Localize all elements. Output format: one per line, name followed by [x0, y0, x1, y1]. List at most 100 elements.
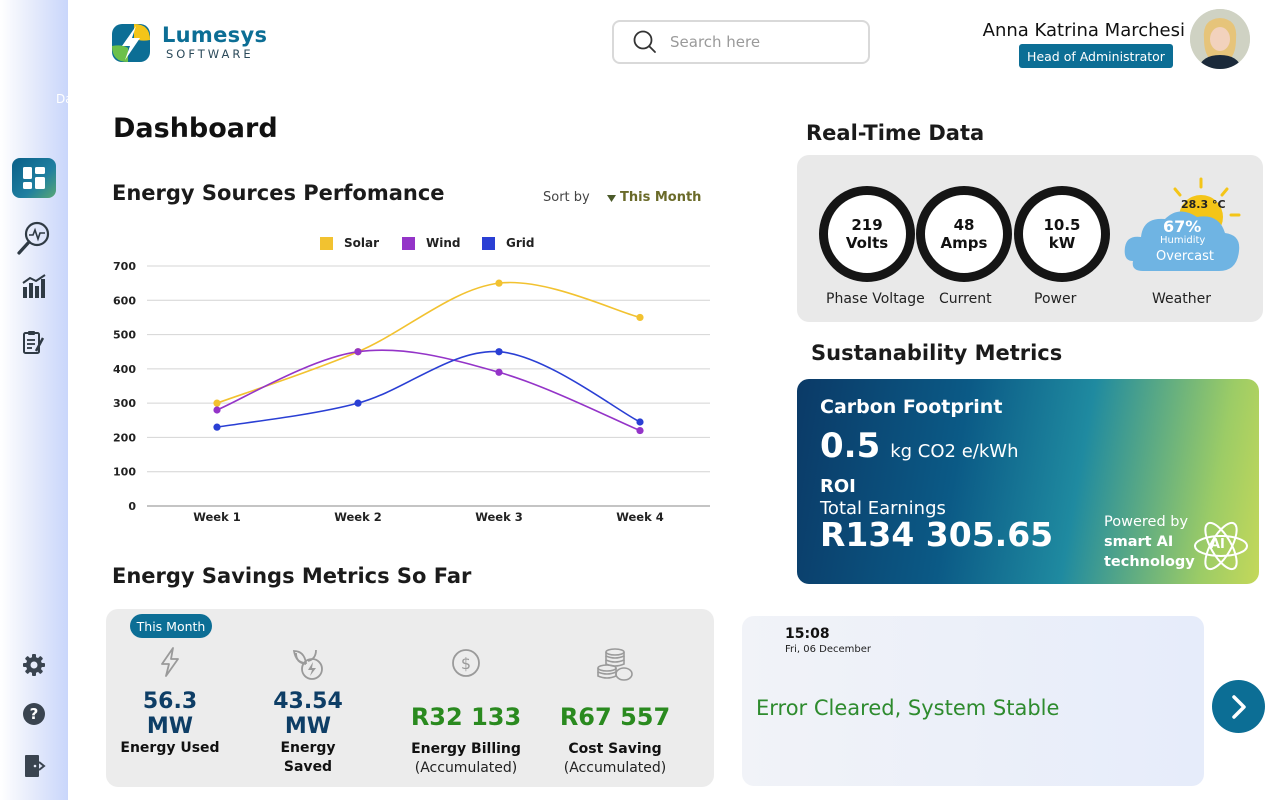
series-line-grid: [216, 350, 641, 428]
user-name: Anna Katrina Marchesi: [982, 20, 1185, 41]
roi-title: ROI: [820, 476, 856, 497]
avatar[interactable]: [1190, 9, 1250, 69]
data-point-grid: [354, 399, 362, 407]
svg-text:$: $: [461, 654, 471, 673]
metric-energy-used: 56.3 MW Energy Used: [120, 647, 220, 758]
logo-mark-icon: [112, 24, 150, 62]
metric-energy-billing: $ R32 133 Energy Billing (Accumulated): [406, 647, 526, 778]
y-tick-label: 200: [113, 431, 136, 444]
energy-billing-value: R32 133: [410, 703, 522, 731]
data-point-solar: [213, 399, 221, 407]
realtime-heading: Real-Time Data: [806, 121, 985, 145]
legend-label: Wind: [426, 236, 460, 250]
user-role-badge: Head of Administrator: [1019, 44, 1173, 68]
ai-atom-icon: AI: [1192, 517, 1250, 575]
data-point-grid: [636, 418, 644, 426]
carbon-value: 0.5: [820, 426, 881, 466]
energy-billing-label: Energy Billing: [411, 741, 521, 757]
power-value: 10.5: [1043, 216, 1081, 234]
legend-label: Grid: [506, 236, 534, 250]
y-tick-label: 600: [113, 294, 136, 307]
data-point-wind: [354, 348, 362, 356]
y-tick-label: 500: [113, 329, 136, 342]
energy-saved-label: Energy Saved: [280, 740, 336, 775]
phase-voltage-value: 219: [851, 216, 883, 234]
legend-label: Solar: [344, 236, 379, 250]
data-point-wind: [213, 406, 221, 414]
sidebar-item-settings[interactable]: [12, 645, 56, 685]
weather-condition: Overcast: [1156, 249, 1214, 264]
avatar-photo-icon: [1190, 9, 1250, 69]
this-month-badge: This Month: [130, 614, 212, 638]
x-tick-label: Week 4: [616, 510, 664, 524]
x-tick-label: Week 3: [475, 510, 523, 524]
ai-powered-text: Powered by smart AI technology: [1104, 512, 1195, 572]
ai-line-1: Powered by: [1104, 514, 1189, 530]
sort-dropdown[interactable]: This Month: [607, 190, 701, 205]
gear-icon: [23, 654, 45, 676]
legend-swatch: [320, 237, 333, 250]
savings-heading: Energy Savings Metrics So Far: [112, 564, 472, 588]
current-label: Current: [939, 291, 992, 307]
company-logo: Lumesys SOFTWARE: [110, 22, 267, 64]
y-tick-label: 300: [113, 397, 136, 410]
sidebar-ghost-text: Da: [56, 92, 73, 106]
sidebar-item-analytics[interactable]: [12, 266, 56, 306]
ai-line-3: technology: [1104, 554, 1195, 570]
data-point-grid: [213, 423, 221, 431]
status-date: Fri, 06 December: [785, 644, 872, 655]
report-edit-icon: [23, 331, 45, 354]
sidebar-item-reports[interactable]: [12, 322, 56, 362]
energy-saved-value: 43.54: [273, 689, 343, 714]
dollar-coin-icon: $: [452, 649, 480, 677]
weather-label: Weather: [1152, 291, 1211, 307]
next-button[interactable]: [1212, 680, 1265, 733]
y-tick-label: 700: [113, 260, 136, 273]
earnings-value: R134 305.65: [820, 515, 1054, 554]
sidebar-item-dashboard[interactable]: [12, 158, 56, 198]
power-gauge: 10.5 kW: [1014, 186, 1110, 282]
cost-saving-sub: (Accumulated): [563, 760, 667, 776]
energy-used-unit: MW: [146, 714, 194, 739]
sidebar-item-monitoring[interactable]: [12, 218, 56, 258]
chevron-right-icon: [1231, 694, 1246, 719]
metric-cost-saving: R67 557 Cost Saving (Accumulated): [555, 647, 675, 778]
sidebar-item-help[interactable]: ?: [12, 694, 56, 734]
logout-door-icon: [25, 755, 46, 777]
humidity-value: 67%: [1163, 217, 1202, 236]
caret-down-icon: [607, 194, 616, 202]
ai-icon-text: AI: [1210, 537, 1225, 552]
search-icon: [633, 30, 656, 53]
x-tick-label: Week 1: [193, 510, 241, 524]
search-box[interactable]: [612, 20, 870, 64]
legend-swatch: [482, 237, 495, 250]
leaf-bolt-icon: [292, 649, 323, 680]
current-value: 48: [953, 216, 975, 234]
data-point-solar: [495, 279, 503, 287]
energy-chart-heading: Energy Sources Perfomance: [112, 181, 445, 205]
phase-voltage-gauge: 219 Volts: [819, 186, 915, 282]
energy-billing-sub: (Accumulated): [414, 760, 518, 776]
svg-text:?: ?: [30, 705, 39, 723]
sidebar-item-logout[interactable]: [12, 746, 56, 786]
y-tick-label: 400: [113, 363, 136, 376]
bar-chart-icon: [22, 274, 46, 298]
energy-chart-svg: 0 100 200 300 400 500 600 700 Week 1 Week 2 Week 3…: [113, 236, 710, 524]
cost-saving-value: R67 557: [559, 703, 671, 731]
current-gauge: 48 Amps: [916, 186, 1012, 282]
carbon-metric: 0.5 kg CO2 e/kWh: [820, 426, 1018, 466]
carbon-unit: kg CO2 e/kWh: [890, 441, 1019, 462]
x-tick-label: Week 2: [334, 510, 382, 524]
search-input[interactable]: [668, 32, 862, 52]
humidity-label: Humidity: [1160, 235, 1206, 246]
metric-energy-saved: 43.54 MW Energy Saved: [258, 647, 358, 777]
carbon-title: Carbon Footprint: [820, 396, 1003, 418]
weather-widget: 28.3 °C 67% Humidity Overcast: [1123, 177, 1247, 277]
phase-voltage-unit: Volts: [845, 234, 889, 252]
lightning-icon: [161, 647, 179, 677]
logo-title: Lumesys: [162, 23, 268, 47]
y-tick-label: 100: [113, 466, 136, 479]
energy-line-chart: 0 100 200 300 400 500 600 700 Week 1 Week 2 Week 3…: [100, 226, 720, 536]
y-tick-label: 0: [128, 500, 136, 513]
dashboard-icon: [23, 167, 45, 189]
